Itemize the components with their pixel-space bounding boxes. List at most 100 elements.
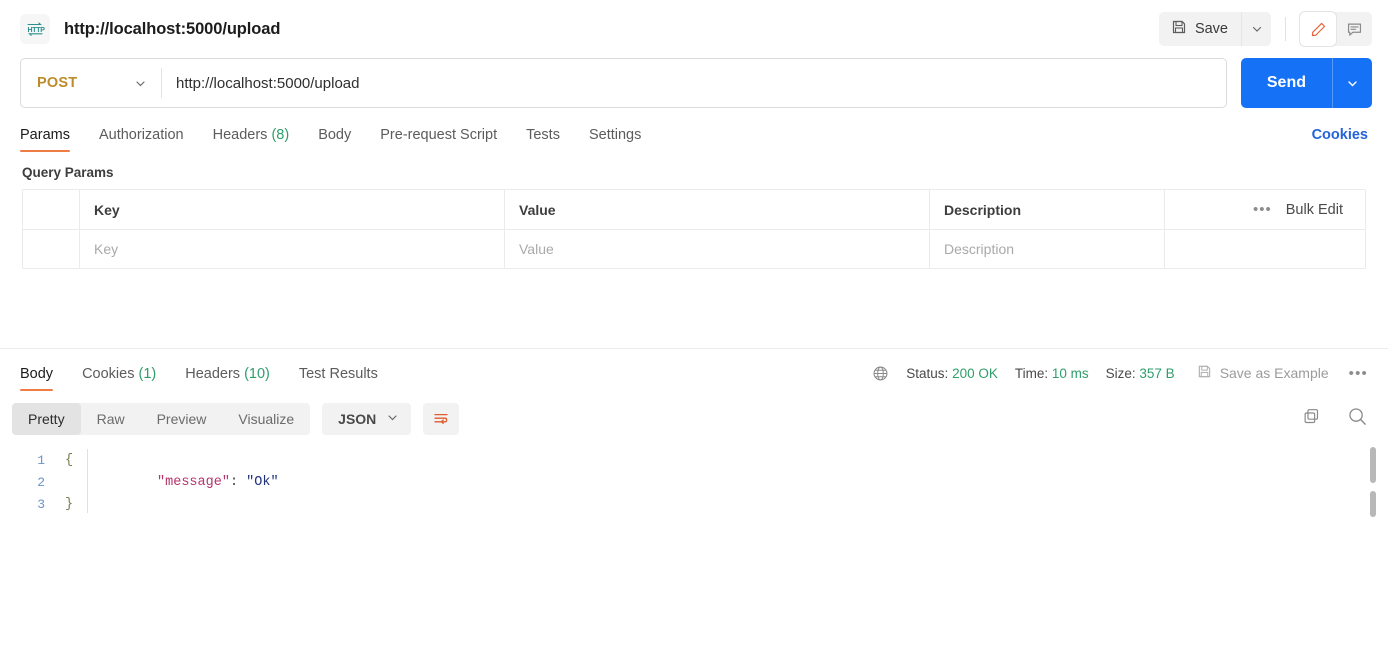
send-button-group: Send	[1240, 58, 1372, 108]
send-options-chevron-down-icon[interactable]	[1332, 58, 1372, 108]
table-header-description: Description	[930, 190, 1165, 229]
search-icon[interactable]	[1347, 406, 1368, 432]
response-tab-test-results[interactable]: Test Results	[299, 366, 378, 391]
table-header-value: Value	[505, 190, 930, 229]
save-button-label: Save	[1194, 21, 1228, 37]
response-tab-test-results-label: Test Results	[298, 366, 378, 382]
table-row: Key Value Description	[23, 230, 1365, 268]
table-more-options-icon[interactable]: •••	[1253, 201, 1272, 218]
response-tab-cookies-label: Cookies	[82, 366, 135, 382]
query-params-table: Key Value Description ••• Bulk Edit Key …	[22, 189, 1366, 269]
status-badge: Status: 200 OK	[906, 366, 998, 381]
table-header-checkbox-cell	[23, 190, 80, 229]
code-brace-open[interactable]: {	[62, 453, 76, 468]
row-description-input[interactable]: Description	[930, 230, 1165, 268]
response-body-toolbar: Pretty Raw Preview Visualize JSON	[0, 391, 1388, 439]
comment-icon[interactable]	[1336, 12, 1372, 46]
status-label: Status:	[906, 365, 949, 381]
tab-pre-request-script[interactable]: Pre-request Script	[380, 127, 497, 152]
url-bar: POST http://localhost:5000/upload Send	[0, 58, 1388, 114]
response-scrollbar-bottom[interactable]	[1370, 491, 1376, 517]
save-options-chevron-down-icon[interactable]	[1241, 12, 1271, 46]
table-header-key: Key	[80, 190, 505, 229]
url-input[interactable]: http://localhost:5000/upload	[162, 59, 1226, 107]
pencil-icon[interactable]	[1300, 12, 1336, 46]
size-badge: Size: 357 B	[1106, 366, 1175, 381]
time-label: Time:	[1014, 365, 1049, 381]
request-header-bar: HTTP http://localhost:5000/upload Save	[0, 0, 1388, 58]
code-brace-close[interactable]: }	[62, 497, 76, 512]
method-chevron-down-icon	[134, 77, 147, 90]
query-params-title: Query Params	[22, 165, 114, 180]
tab-headers[interactable]: Headers (8)	[213, 127, 290, 152]
header-actions: Save	[1158, 12, 1372, 46]
response-more-options-icon[interactable]: •••	[1349, 365, 1368, 382]
method-select[interactable]: POST	[21, 59, 161, 107]
tab-body-label: Body	[318, 127, 352, 143]
status-value: 200 OK	[952, 365, 998, 381]
row-checkbox-cell[interactable]	[23, 230, 80, 268]
bulk-edit-button[interactable]: Bulk Edit	[1286, 202, 1343, 218]
response-tab-body[interactable]: Body	[20, 366, 54, 391]
json-value: "Ok"	[246, 474, 279, 490]
code-line: 2 "message": "Ok"	[0, 471, 1388, 493]
floppy-icon	[1171, 19, 1187, 39]
tab-body[interactable]: Body	[318, 127, 351, 152]
view-mode-preview[interactable]: Preview	[141, 403, 223, 435]
send-button[interactable]: Send	[1241, 58, 1332, 108]
save-as-example-button[interactable]: Save as Example	[1197, 364, 1329, 382]
header-icon-group	[1300, 12, 1372, 46]
header-divider	[1285, 17, 1286, 41]
svg-text:HTTP: HTTP	[28, 27, 46, 34]
view-mode-pretty[interactable]: Pretty	[12, 403, 81, 435]
view-mode-visualize[interactable]: Visualize	[222, 403, 310, 435]
tab-tests[interactable]: Tests	[526, 127, 560, 152]
response-meta: Status: 200 OK Time: 10 ms Size: 357 B S…	[868, 364, 1368, 391]
size-value: 357 B	[1139, 365, 1175, 381]
view-mode-raw[interactable]: Raw	[81, 403, 141, 435]
tab-headers-label: Headers	[212, 127, 268, 143]
url-input-container: POST http://localhost:5000/upload	[20, 58, 1227, 108]
save-as-example-label: Save as Example	[1219, 365, 1329, 381]
table-header-actions: ••• Bulk Edit	[1165, 190, 1365, 229]
tab-authorization-label: Authorization	[98, 127, 184, 143]
line-number: 2	[37, 474, 45, 490]
save-button[interactable]: Save	[1159, 12, 1241, 46]
response-tab-headers-count: (10)	[244, 366, 270, 382]
response-tabs: Body Cookies (1) Headers (10) Test Resul…	[0, 349, 1388, 391]
response-body-code[interactable]: 1 { 2 "message": "Ok" 3 }	[0, 439, 1388, 624]
response-format-label: JSON	[338, 411, 377, 427]
copy-icon[interactable]	[1302, 407, 1321, 431]
row-value-input[interactable]: Value	[505, 230, 930, 268]
page-title: http://localhost:5000/upload	[64, 19, 281, 38]
json-colon: :	[229, 474, 247, 490]
tab-settings[interactable]: Settings	[589, 127, 641, 152]
response-tab-cookies[interactable]: Cookies (1)	[82, 366, 156, 391]
tab-pre-request-script-label: Pre-request Script	[380, 127, 498, 143]
response-tab-headers-label: Headers	[185, 366, 241, 382]
tab-settings-label: Settings	[588, 127, 642, 143]
response-scrollbar-top[interactable]	[1370, 447, 1376, 483]
cookies-link[interactable]: Cookies	[1312, 127, 1368, 152]
tab-params-label: Params	[20, 127, 70, 143]
response-tab-cookies-count: (1)	[138, 366, 157, 382]
size-label: Size:	[1105, 365, 1136, 381]
code-content: "message": "Ok"	[76, 460, 279, 505]
json-key: "message"	[157, 474, 230, 490]
tab-authorization[interactable]: Authorization	[99, 127, 184, 152]
tab-params[interactable]: Params	[20, 127, 70, 152]
method-label: POST	[37, 75, 78, 91]
http-icon: HTTP	[20, 14, 50, 44]
code-indent-guide	[87, 449, 88, 513]
response-tab-body-label: Body	[20, 366, 54, 382]
response-format-select[interactable]: JSON	[322, 403, 412, 435]
time-value: 10 ms	[1051, 365, 1089, 381]
response-tab-headers[interactable]: Headers (10)	[185, 366, 270, 391]
row-key-input[interactable]: Key	[80, 230, 505, 268]
wrap-lines-icon[interactable]	[423, 403, 460, 435]
table-header-row: Key Value Description ••• Bulk Edit	[23, 190, 1365, 230]
time-badge: Time: 10 ms	[1015, 366, 1089, 381]
response-view-mode-group: Pretty Raw Preview Visualize	[12, 403, 311, 435]
row-actions-cell	[1165, 230, 1365, 268]
